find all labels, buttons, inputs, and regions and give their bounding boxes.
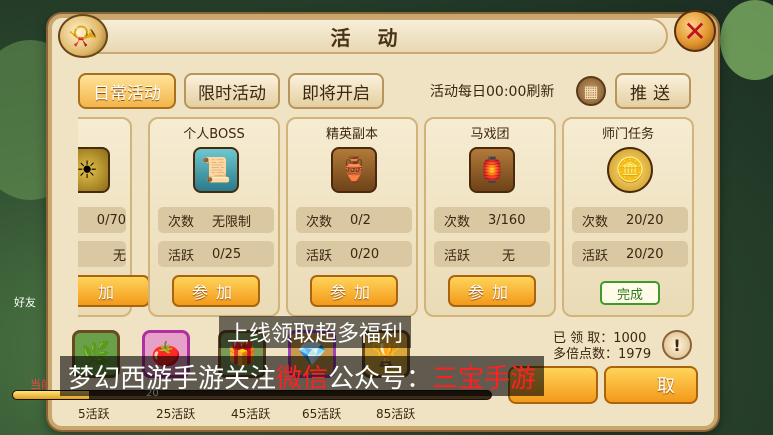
scroll-icon: 📜 <box>193 147 239 193</box>
count-value: 20/20 <box>626 212 664 228</box>
count-value: 无限制 <box>212 214 252 230</box>
count-value: 0/2 <box>350 212 371 228</box>
activity-card-elite-dungeon: 精英副本 🏺 次数 0/2 活跃 0/20 参加 <box>286 117 418 317</box>
claimed-info: 已 领 取：1000 多倍点数：1979 <box>553 331 651 363</box>
subtitle-text: 公众号： <box>328 363 433 394</box>
claim-button-label: 取 <box>657 376 675 397</box>
active-row: 活跃 0/25 <box>158 241 274 267</box>
tick-85: 85活跃 <box>376 407 416 421</box>
activity-card-task: 任务 ☀ 0/70 无 加 <box>78 117 150 317</box>
activity-list[interactable]: 任务 ☀ 0/70 无 加 个人BOSS 📜 次数无限制 活跃0/25 参加 精… <box>78 117 698 317</box>
tab-upcoming[interactable]: 即将开启 <box>288 73 384 109</box>
claimed-points: 已 领 取：1000 <box>553 331 647 346</box>
exclamation-icon: ! <box>673 335 681 355</box>
count-row: 次数 3/160 <box>434 207 550 233</box>
pot-icon: 🏺 <box>331 147 377 193</box>
subtitle-highlight: 三宝手游 <box>432 363 537 394</box>
lantern-icon: 🏮 <box>469 147 515 193</box>
count-row: 次数 无限制 <box>158 207 274 233</box>
join-button[interactable]: 参加 <box>172 275 260 307</box>
claim-button[interactable]: 取 <box>604 366 698 404</box>
refresh-note: 活动每日00:00刷新 <box>430 84 555 100</box>
subtitle-line-2: 梦幻西游手游关注 微信 公众号： 三宝手游 <box>60 356 545 396</box>
tab-daily[interactable]: 日常活动 <box>78 73 176 109</box>
card-name: 马戏团 <box>470 127 510 142</box>
multiplier-points: 多倍点数：1979 <box>553 347 652 362</box>
card-name: 精英副本 <box>325 127 378 142</box>
subtitle-highlight: 微信 <box>276 363 329 394</box>
info-button[interactable]: ! <box>662 330 692 360</box>
card-name: 个人BOSS <box>183 127 245 142</box>
activity-card-sect-quest: 师门任务 🪙 次数 20/20 活跃 20/20 完成 <box>562 117 694 317</box>
active-row: 活跃 20/20 <box>572 241 688 267</box>
tick-25: 25活跃 <box>156 407 196 421</box>
close-icon: ✕ <box>683 14 707 48</box>
close-button[interactable]: ✕ <box>674 10 716 52</box>
active-value: 0/25 <box>212 246 242 262</box>
join-button[interactable]: 参加 <box>448 275 536 307</box>
count-row: 次数 0/2 <box>296 207 412 233</box>
background-character <box>720 0 773 80</box>
tab-limited[interactable]: 限时活动 <box>184 73 280 109</box>
title-bar: 活 动 <box>70 18 668 54</box>
active-row: 活跃 0/20 <box>296 241 412 267</box>
completed-badge: 完成 <box>600 281 660 305</box>
calendar-button[interactable]: ▦ <box>576 76 606 106</box>
count-row: 0/70 <box>78 207 126 233</box>
count-value: 3/160 <box>488 212 526 228</box>
active-row: 无 <box>78 241 126 267</box>
count-row: 次数 20/20 <box>572 207 688 233</box>
grid-icon: ▦ <box>583 81 599 101</box>
tick-65: 65活跃 <box>302 407 342 421</box>
subtitle-line-1: 上线领取超多福利 <box>219 316 412 348</box>
active-value: 无 <box>112 248 126 264</box>
join-button[interactable]: 加 <box>78 275 150 307</box>
activity-card-circus: 马戏团 🏮 次数 3/160 活跃无 参加 <box>424 117 556 317</box>
join-button[interactable]: 参加 <box>310 275 398 307</box>
tick-45: 45活跃 <box>231 407 271 421</box>
active-value: 20/20 <box>626 246 664 262</box>
task-icon: ☀ <box>78 147 110 193</box>
tick-5: 5活跃 <box>78 407 110 421</box>
active-value: 无 <box>502 248 516 264</box>
card-name: 师门任务 <box>601 127 654 142</box>
coin-icon: 🪙 <box>607 147 653 193</box>
page-title: 活 动 <box>330 25 408 50</box>
activity-card-personal-boss: 个人BOSS 📜 次数 无限制 活跃 0/25 参加 <box>148 117 280 317</box>
active-row: 活跃无 <box>434 241 550 267</box>
active-value: 0/20 <box>350 246 380 262</box>
count-value: 0/70 <box>96 212 126 228</box>
friends-label: 好友 <box>14 296 36 309</box>
push-button[interactable]: 推送 <box>615 73 691 109</box>
card-name: 任务 <box>78 123 130 142</box>
horn-icon: 📯 <box>58 14 108 58</box>
subtitle-text: 梦幻西游手游关注 <box>68 363 277 394</box>
